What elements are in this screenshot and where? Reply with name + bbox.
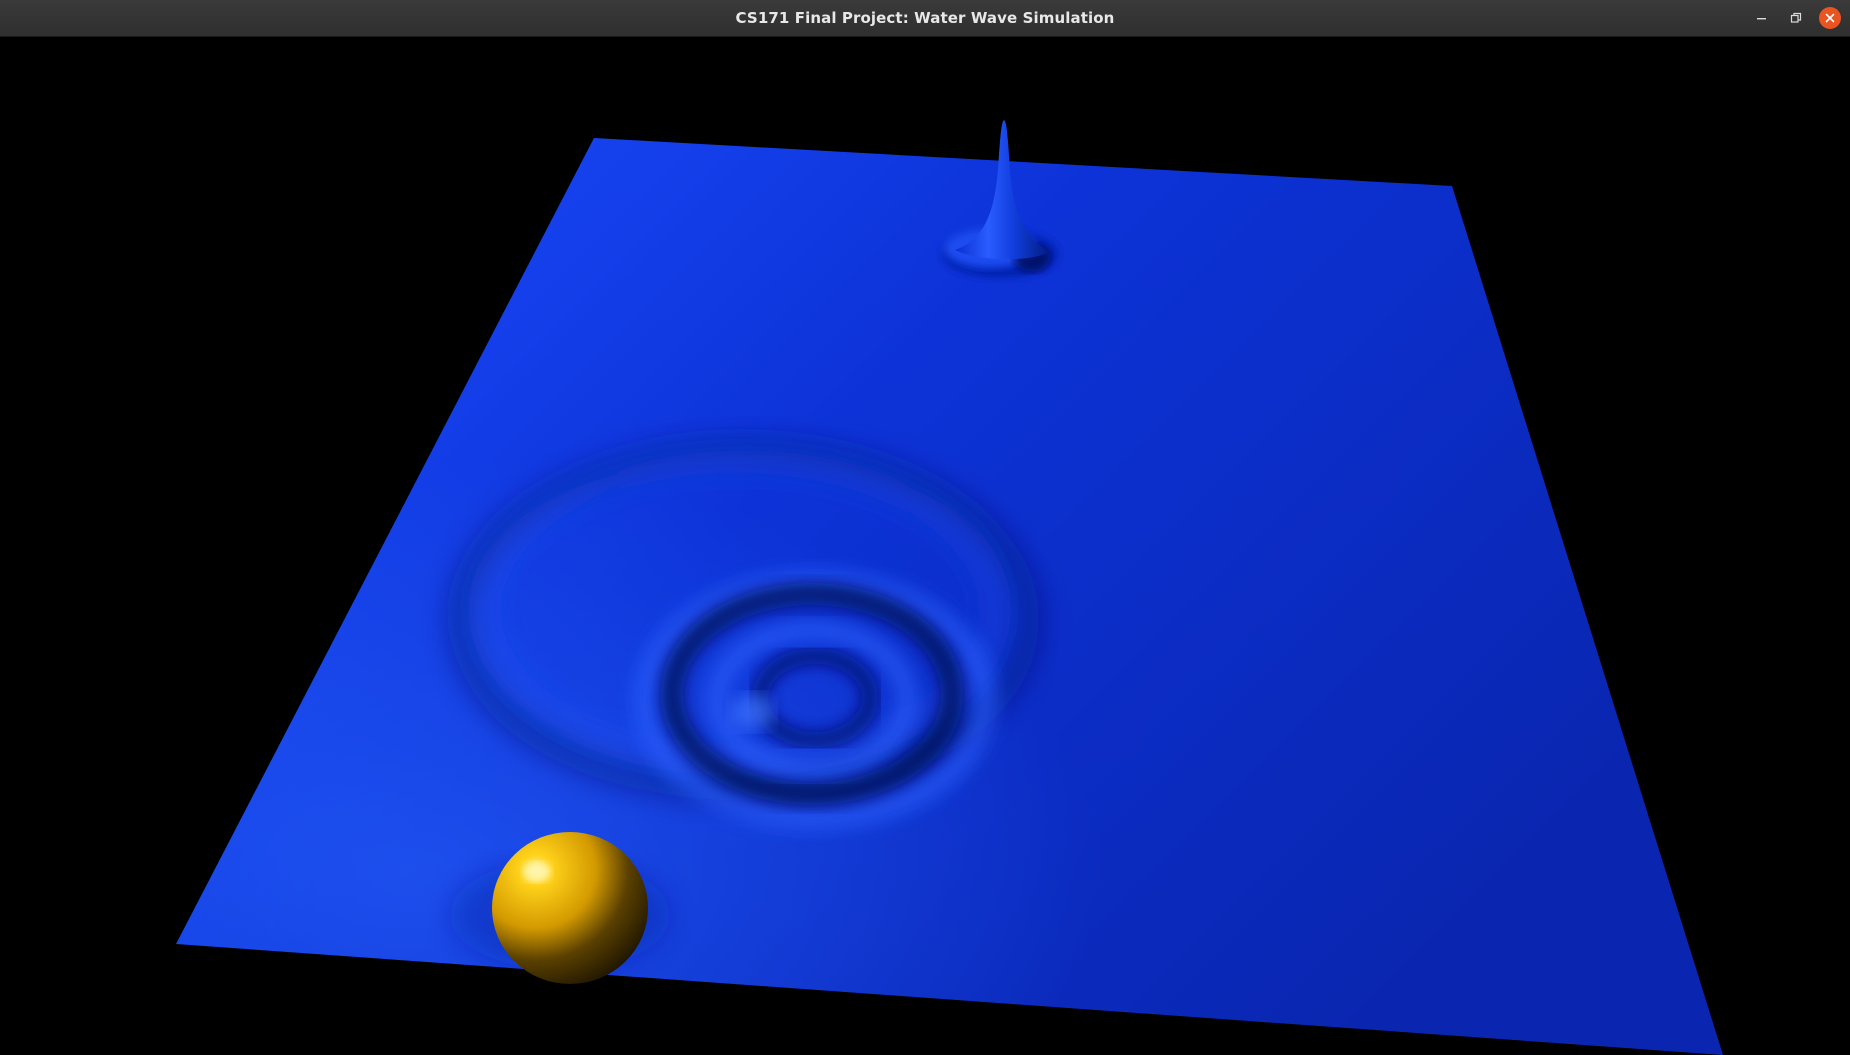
render-viewport[interactable] [0, 37, 1850, 1055]
restore-icon [1790, 12, 1802, 24]
maximize-button[interactable] [1785, 7, 1807, 29]
scene-canvas [176, 120, 1723, 1055]
minimize-icon [1756, 12, 1768, 24]
minimize-button[interactable] [1751, 7, 1773, 29]
window-title: CS171 Final Project: Water Wave Simulati… [735, 9, 1115, 27]
title-bar[interactable]: CS171 Final Project: Water Wave Simulati… [0, 0, 1850, 37]
app-window: CS171 Final Project: Water Wave Simulati… [0, 0, 1850, 1055]
close-button[interactable] [1819, 7, 1841, 29]
sphere [492, 832, 648, 984]
close-icon [1824, 12, 1836, 24]
